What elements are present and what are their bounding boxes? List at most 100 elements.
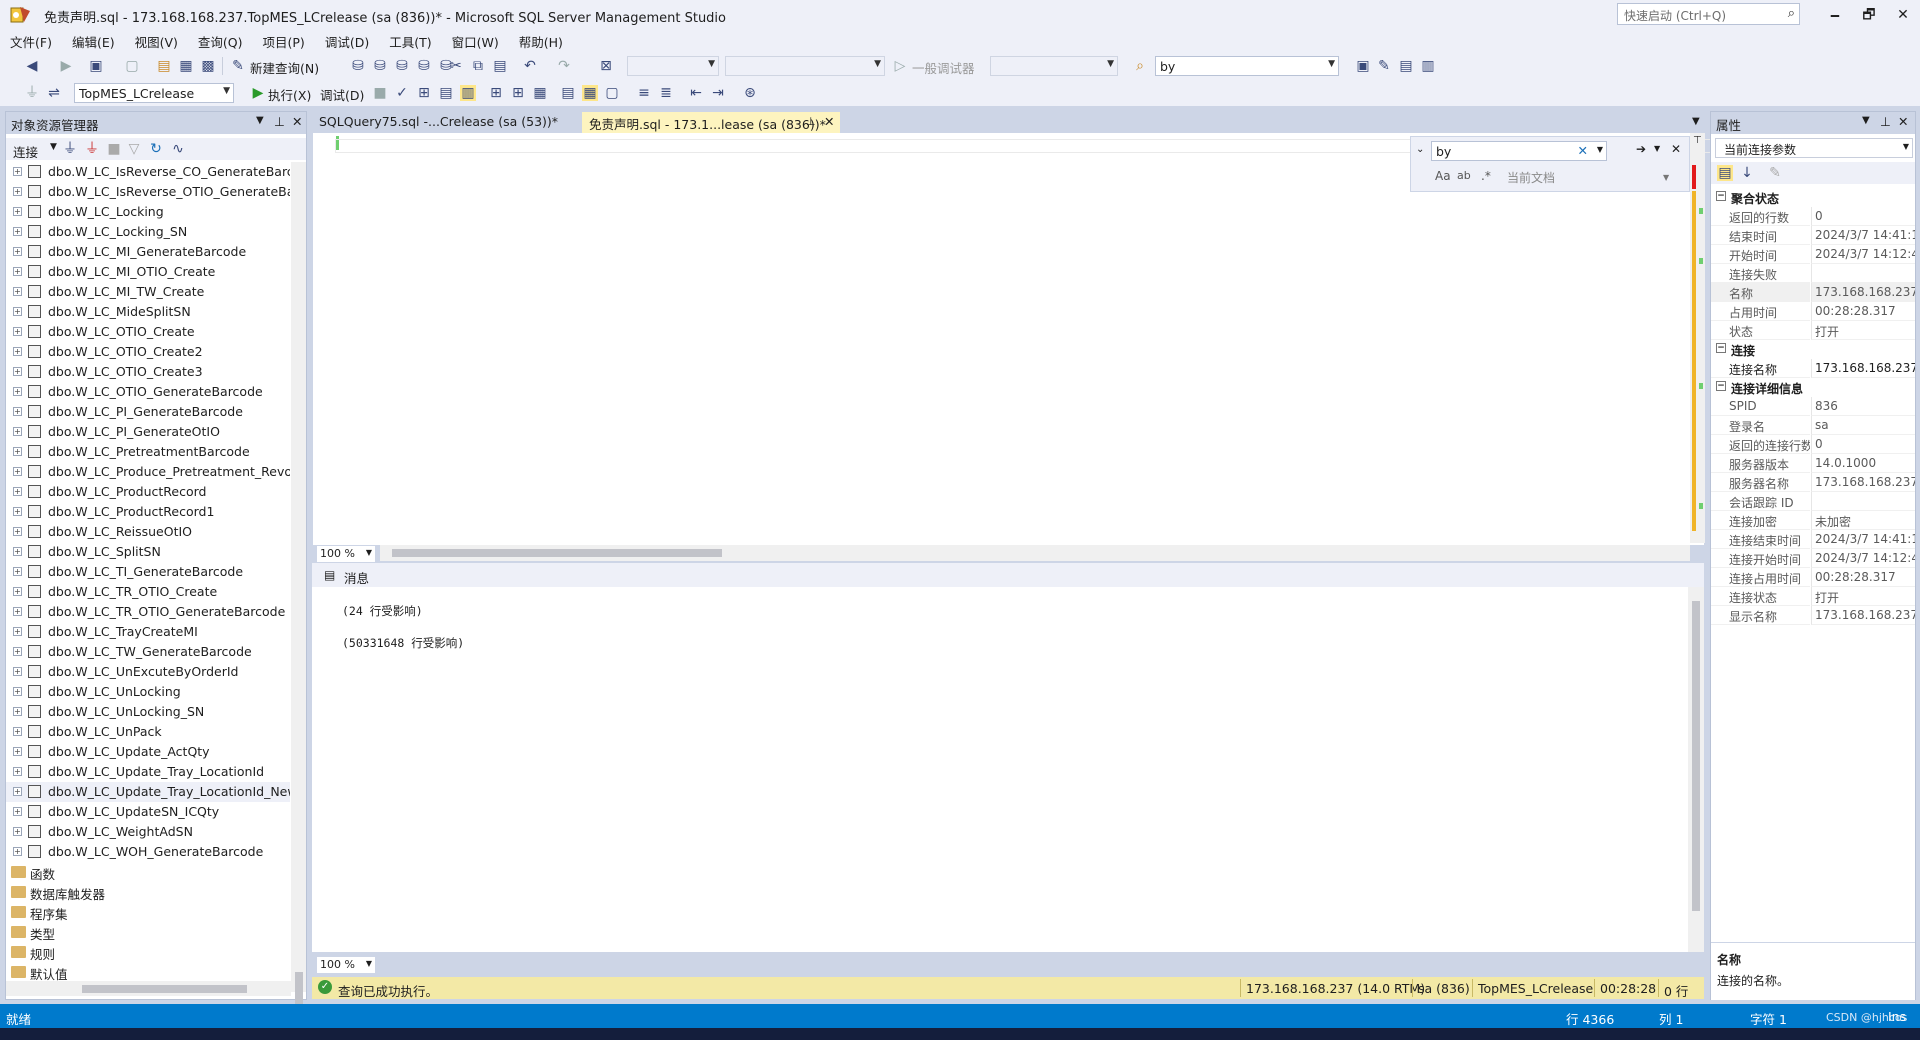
tree-item-procedure[interactable]: + dbo.W_LC_Update_ActQty <box>6 742 290 762</box>
tree-item-procedure[interactable]: + dbo.W_LC_PI_GenerateBarcode <box>6 402 290 422</box>
expand-icon[interactable]: + <box>13 667 22 676</box>
tree-item-procedure[interactable]: + dbo.W_LC_PretreatmentBarcode <box>6 442 290 462</box>
expand-icon[interactable]: + <box>13 447 22 456</box>
expand-icon[interactable]: + <box>13 767 22 776</box>
tree-item-folder[interactable]: 默认值 <box>6 962 290 982</box>
editor-vertical-scrollbar[interactable]: ⊤ <box>1690 133 1705 543</box>
close-icon[interactable]: ✕ <box>1898 114 1908 129</box>
tree-item-procedure[interactable]: + dbo.W_LC_TW_GenerateBarcode <box>6 642 290 662</box>
dmx-query-icon[interactable]: ⛁ <box>394 58 410 74</box>
tree-item-procedure[interactable]: + dbo.W_LC_PI_GenerateOtIO <box>6 422 290 442</box>
expand-icon[interactable]: + <box>13 827 22 836</box>
property-row[interactable]: 连接结束时间 2024/3/7 14:41:1 <box>1711 530 1915 549</box>
execute-icon[interactable]: ▶ <box>250 85 266 101</box>
tree-item-procedure[interactable]: + dbo.W_LC_MI_OTIO_Create <box>6 262 290 282</box>
property-row[interactable]: 显示名称 173.168.168.237 <box>1711 606 1915 625</box>
chevron-down-icon[interactable]: ▼ <box>1663 173 1669 182</box>
expand-icon[interactable]: + <box>13 507 22 516</box>
query-designer-icon[interactable]: ▤ <box>438 85 454 101</box>
menu-edit[interactable]: 编辑(E) <box>62 32 125 51</box>
split-icon[interactable]: ⊤ <box>1693 135 1702 146</box>
expand-icon[interactable]: + <box>13 407 22 416</box>
property-row[interactable]: 占用时间 00:28:28.317 <box>1711 302 1915 321</box>
open-file-icon[interactable]: ▤ <box>156 58 172 74</box>
tree-item-procedure[interactable]: + dbo.W_LC_TrayCreateMI <box>6 622 290 642</box>
toolbox-icon[interactable]: ▤ <box>1398 58 1414 74</box>
find-scope[interactable]: 当前文档 <box>1507 169 1555 186</box>
expand-icon[interactable]: + <box>13 687 22 696</box>
specify-values-icon[interactable]: ⊛ <box>742 85 758 101</box>
property-row[interactable]: 返回的行数 0 <box>1711 207 1915 226</box>
execute-button[interactable]: 执行(X) <box>268 85 311 104</box>
property-row[interactable]: 连接名称 173.168.168.237 <box>1711 359 1915 378</box>
property-category[interactable]: − 连接详细信息 <box>1711 378 1915 397</box>
quick-launch-input[interactable]: 快速启动 (Ctrl+Q) ⌕ <box>1617 3 1800 25</box>
close-button[interactable]: ✕ <box>1886 4 1920 26</box>
tree-item-procedure[interactable]: + dbo.W_LC_IsReverse_OTIO_GenerateBarcode <box>6 182 290 202</box>
tree-item-procedure[interactable]: + dbo.W_LC_TR_OTIO_GenerateBarcode <box>6 602 290 622</box>
property-row[interactable]: 连接状态 打开 <box>1711 587 1915 606</box>
tree-item-procedure[interactable]: + dbo.W_LC_Locking <box>6 202 290 222</box>
messages-pane[interactable]: (24 行受影响) (50331648 行受影响) <box>312 587 1688 952</box>
comment-icon[interactable]: ≡ <box>636 85 652 101</box>
tree-item-procedure[interactable]: + dbo.W_LC_TR_OTIO_Create <box>6 582 290 602</box>
db-engine-query-icon[interactable]: ⛁ <box>350 58 366 74</box>
new-query-icon[interactable]: ✎ <box>230 58 246 74</box>
property-row[interactable]: 名称 173.168.168.237 <box>1711 283 1915 302</box>
debug-target-combo[interactable]: ▼ <box>990 56 1118 76</box>
chevron-down-icon[interactable]: ▼ <box>1862 115 1870 126</box>
object-explorer-horizontal-scrollbar[interactable] <box>6 981 291 996</box>
tree-item-procedure[interactable]: + dbo.W_LC_UnLocking <box>6 682 290 702</box>
scroll-thumb[interactable] <box>82 985 247 993</box>
maximize-button[interactable]: 🗗 <box>1852 4 1886 26</box>
chevron-down-icon[interactable]: ⌄ <box>1416 144 1424 155</box>
solution-config-combo[interactable]: ▼ <box>627 56 719 76</box>
query-editor[interactable] <box>312 133 1725 545</box>
find-input[interactable]: by ✕ ▼ <box>1431 141 1607 161</box>
expand-icon[interactable]: + <box>13 367 22 376</box>
expand-icon[interactable]: + <box>13 467 22 476</box>
property-row[interactable]: 服务器版本 14.0.1000 <box>1711 454 1915 473</box>
property-row[interactable]: 会话跟踪 ID <box>1711 492 1915 511</box>
match-case-icon[interactable]: Aa <box>1435 169 1451 183</box>
tree-item-procedure[interactable]: + dbo.W_LC_SplitSN <box>6 542 290 562</box>
parse-icon[interactable]: ✓ <box>394 85 410 101</box>
copy-icon[interactable]: ⧉ <box>470 58 486 74</box>
tab-active-query[interactable]: 免责声明.sql - 173.1...lease (sa (836))* ⊥ ✕ <box>582 112 840 133</box>
editor-horizontal-scrollbar[interactable] <box>380 545 1690 561</box>
client-stats-icon[interactable]: ▦ <box>532 85 548 101</box>
collapse-icon[interactable]: − <box>1716 381 1726 391</box>
connect-icon[interactable]: ⏚ <box>24 85 40 101</box>
add-item-icon[interactable]: ▢ <box>124 58 140 74</box>
find-combo[interactable]: by ▼ <box>1155 56 1339 76</box>
xmla-query-icon[interactable]: ⛁ <box>416 58 432 74</box>
find-next-icon[interactable]: ➔ <box>1636 142 1646 156</box>
messages-vertical-scrollbar[interactable] <box>1688 587 1704 952</box>
expand-icon[interactable]: + <box>13 807 22 816</box>
expand-icon[interactable]: + <box>13 727 22 736</box>
property-row[interactable]: 状态 打开 <box>1711 321 1915 340</box>
tree-item-folder[interactable]: 函数 <box>6 862 290 882</box>
tree-item-procedure[interactable]: + dbo.W_LC_MI_TW_Create <box>6 282 290 302</box>
disconnect-icon[interactable]: ⏚ <box>84 141 100 157</box>
start-debug-icon[interactable]: ▷ <box>892 58 908 74</box>
tree-item-procedure[interactable]: + dbo.W_LC_UnExcuteByOrderId <box>6 662 290 682</box>
chevron-down-icon[interactable]: ▼ <box>1597 145 1603 154</box>
expand-icon[interactable]: + <box>13 427 22 436</box>
find-in-files-icon[interactable]: ⌕ <box>1132 58 1148 74</box>
menu-file[interactable]: 文件(F) <box>0 32 62 51</box>
expand-icon[interactable]: + <box>13 167 22 176</box>
menu-view[interactable]: 视图(V) <box>125 32 188 51</box>
tree-item-procedure[interactable]: + dbo.W_LC_Update_Tray_LocationId <box>6 762 290 782</box>
tree-item-procedure[interactable]: + dbo.W_LC_OTIO_GenerateBarcode <box>6 382 290 402</box>
menu-debug[interactable]: 调试(D) <box>315 32 379 51</box>
uncomment-icon[interactable]: ≣ <box>658 85 674 101</box>
alphabetical-icon[interactable]: ↓ <box>1739 165 1755 181</box>
menu-project[interactable]: 项目(P) <box>253 32 315 51</box>
connect-button[interactable]: 连接 <box>13 142 38 161</box>
save-icon[interactable]: ▦ <box>178 58 194 74</box>
property-row[interactable]: 服务器名称 173.168.168.237 <box>1711 473 1915 492</box>
tree-item-folder[interactable]: 规则 <box>6 942 290 962</box>
expand-icon[interactable]: + <box>13 487 22 496</box>
close-icon[interactable]: ✕ <box>292 114 302 129</box>
